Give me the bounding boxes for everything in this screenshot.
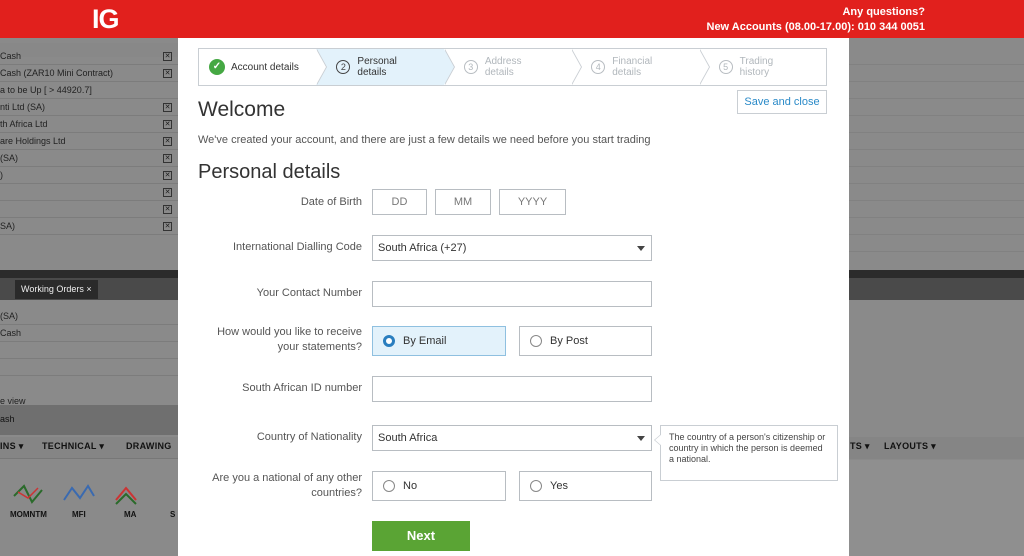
bg-row: Cash <box>0 325 178 342</box>
statements-label: How would you like to receive your state… <box>217 326 362 353</box>
intro-text: We've created your account, and there ar… <box>198 134 651 146</box>
radio-icon <box>383 480 395 492</box>
dialling-code-value: South Africa (+27) <box>378 242 467 254</box>
nationality-yes-option[interactable]: Yes <box>519 471 652 501</box>
bg-row: ✕ <box>0 201 178 218</box>
step-trading-history[interactable]: 5 Trading history <box>699 49 826 85</box>
bg-row <box>0 376 178 393</box>
nationality-no-option[interactable]: No <box>372 471 506 501</box>
bg-tool-drawing: DRAWING <box>126 441 172 451</box>
step-label: Trading history <box>739 56 774 78</box>
bg-tab-working-orders: Working Orders × <box>15 280 98 299</box>
bg-row: (SA) ✕ <box>0 150 178 167</box>
by-email-option[interactable]: By Email <box>372 326 506 356</box>
bg-chart-tab-band: ash <box>0 405 178 435</box>
save-and-close-button[interactable]: Save and close <box>737 90 827 114</box>
step-label: Financial details <box>612 56 653 78</box>
by-email-label: By Email <box>403 335 447 347</box>
bg-divider <box>0 270 178 278</box>
indicator-s: S <box>170 510 176 519</box>
radio-selected-icon <box>383 335 395 347</box>
step-number: 5 <box>718 60 733 74</box>
indicator-momntm: MOMNTM <box>10 510 47 519</box>
radio-icon <box>530 335 542 347</box>
ig-logo[interactable]: IG <box>92 4 119 35</box>
step-number: 3 <box>463 60 478 74</box>
sa-id-label: South African ID number <box>242 382 362 394</box>
nationality-label: Country of Nationality <box>256 431 362 443</box>
bg-row: a to be Up [ > 44920.7] <box>0 82 178 99</box>
contact-number-label: Your Contact Number <box>256 287 362 299</box>
bg-row: are Holdings Ltd ✕ <box>0 133 178 150</box>
step-address-details[interactable]: 3 Address details <box>444 49 583 85</box>
dialling-code-select[interactable]: South Africa (+27) <box>372 235 652 261</box>
radio-icon <box>530 480 542 492</box>
nationality-tooltip: The country of a person's citizenship or… <box>654 425 838 481</box>
bg-row: th Africa Ltd ✕ <box>0 116 178 133</box>
bg-right-toolbar <box>849 437 1024 459</box>
progress-steps: ✓ Account details 2 Personal details 3 A… <box>198 48 827 86</box>
dob-label: Date of Birth <box>300 196 362 208</box>
bg-indicators: MOMNTM MFI MA S <box>0 470 178 530</box>
bg-tool-technical: TECHNICAL ▾ <box>42 441 105 451</box>
top-bar: IG Any questions? New Accounts (08.00-17… <box>0 0 1024 38</box>
step-number: 2 <box>336 60 351 74</box>
welcome-heading: Welcome <box>198 98 286 121</box>
contact-info: Any questions? New Accounts (08.00-17.00… <box>707 5 926 35</box>
nationality-select[interactable]: South Africa <box>372 425 652 451</box>
bg-row: (SA) <box>0 308 178 325</box>
bg-row: Cash ✕ <box>0 48 178 65</box>
step-personal-details[interactable]: 2 Personal details <box>316 49 455 85</box>
bg-row <box>0 342 178 359</box>
by-post-label: By Post <box>550 335 588 347</box>
caret-down-icon <box>637 246 645 251</box>
onboarding-modal: ✓ Account details 2 Personal details 3 A… <box>178 38 849 556</box>
bg-watchlist: Cash ✕ Cash (ZAR10 Mini Contract) ✕ a to b… <box>0 48 178 235</box>
dob-year-input[interactable]: YYYY <box>499 189 566 215</box>
contact-phone: New Accounts (08.00-17.00): 010 344 0051 <box>706 21 926 33</box>
sa-id-input[interactable] <box>372 376 652 402</box>
contact-number-input[interactable] <box>372 281 652 307</box>
bg-row: nti Ltd (SA) ✕ <box>0 99 178 116</box>
step-financial-details[interactable]: 4 Financial details <box>571 49 710 85</box>
bg-chart-tab: ash <box>0 414 15 424</box>
bg-right-divider <box>849 270 1024 278</box>
step-account-details[interactable]: ✓ Account details <box>199 49 328 85</box>
bg-tool-ts: TS ▾ <box>850 441 870 451</box>
section-title: Personal details <box>198 161 341 183</box>
by-post-option[interactable]: By Post <box>519 326 652 356</box>
indicator-ma: MA <box>124 510 137 519</box>
dob-day-input[interactable]: DD <box>372 189 427 215</box>
bg-tool-layouts: LAYOUTS ▾ <box>884 441 936 451</box>
other-nationality-label: Are you a national of any other countrie… <box>212 472 362 499</box>
no-label: No <box>403 480 418 492</box>
bg-positions: (SA) Cash e view <box>0 300 178 410</box>
bg-row: SA) ✕ <box>0 218 178 235</box>
bg-right-chart <box>849 460 1024 556</box>
contact-questions: Any questions? <box>842 6 925 18</box>
dob-month-input[interactable]: MM <box>435 189 491 215</box>
tooltip-text: The country of a person's citizenship or… <box>669 432 826 464</box>
bg-row: ✕ <box>0 184 178 201</box>
yes-label: Yes <box>550 480 568 492</box>
bg-tool-ins: INS ▾ <box>0 441 24 451</box>
step-label: Account details <box>231 61 299 73</box>
nationality-value: South Africa <box>378 432 438 444</box>
bg-row: Cash (ZAR10 Mini Contract) ✕ <box>0 65 178 82</box>
caret-down-icon <box>637 436 645 441</box>
next-button[interactable]: Next <box>372 521 470 551</box>
step-number: 4 <box>591 60 606 74</box>
bg-row: ) ✕ <box>0 167 178 184</box>
dialling-code-label: International Dialling Code <box>232 241 362 253</box>
bg-right-panel <box>849 48 1024 252</box>
step-label: Personal details <box>357 56 397 78</box>
bg-right-tabbar <box>849 278 1024 300</box>
step-label: Address details <box>484 56 522 78</box>
indicator-mfi: MFI <box>72 510 86 519</box>
checkmark-icon: ✓ <box>209 59 225 75</box>
bg-row <box>0 359 178 376</box>
